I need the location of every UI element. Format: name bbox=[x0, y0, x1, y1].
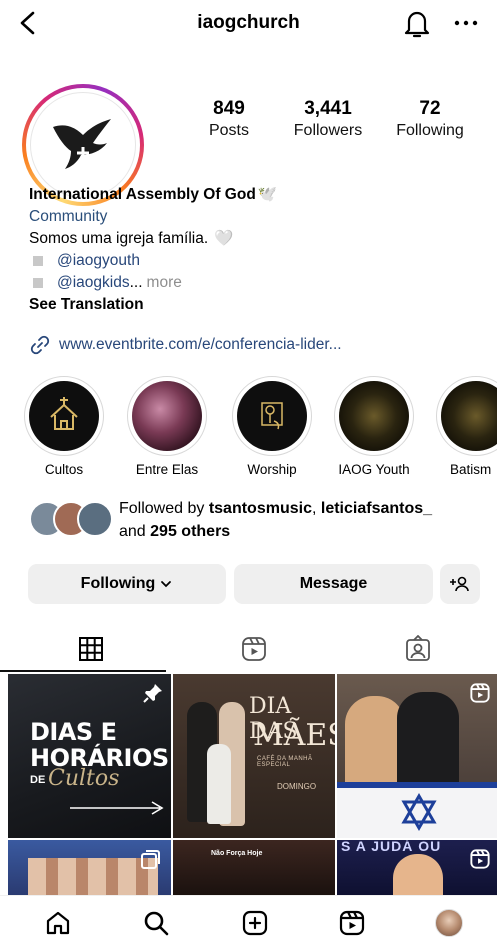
post-person bbox=[393, 854, 443, 896]
dove-emoji: 🕊️ bbox=[257, 186, 278, 203]
following-button[interactable]: Following bbox=[28, 564, 226, 604]
pin-icon bbox=[143, 684, 162, 703]
post-script-text: Cultos bbox=[48, 766, 120, 791]
star-of-david-icon bbox=[401, 792, 437, 832]
carousel-icon bbox=[141, 850, 160, 869]
ellipsis-text: ... bbox=[129, 274, 143, 291]
posts-count: 849 bbox=[213, 98, 245, 119]
follower-avatar bbox=[77, 501, 113, 537]
highlight-cultos[interactable]: Cultos bbox=[21, 376, 107, 477]
bio-text: Somos uma igreja família. bbox=[29, 230, 209, 247]
post-people bbox=[28, 858, 158, 896]
message-button-label: Message bbox=[299, 575, 368, 592]
chevron-down-icon bbox=[161, 581, 172, 588]
highlight-entre-elas[interactable]: Entre Elas bbox=[124, 376, 210, 477]
post-text: DE bbox=[30, 774, 46, 786]
bullet-square-icon bbox=[33, 256, 43, 266]
bottom-navigation bbox=[0, 895, 497, 949]
add-user-icon bbox=[450, 576, 469, 592]
see-translation-link[interactable]: See Translation bbox=[29, 294, 479, 316]
external-link[interactable]: www.eventbrite.com/e/conferencia-lider..… bbox=[29, 334, 342, 356]
active-tab-indicator bbox=[0, 670, 166, 672]
top-bar: iaogchurch bbox=[0, 0, 497, 50]
plus-square-icon bbox=[242, 910, 268, 936]
post-text: DIAS E bbox=[30, 718, 117, 746]
highlight-worship[interactable]: Worship bbox=[229, 376, 315, 477]
reels-icon bbox=[242, 637, 266, 661]
mention-iaogyouth[interactable]: @iaogyouth bbox=[57, 250, 140, 272]
stat-followers[interactable]: 3,441 Followers bbox=[282, 98, 374, 141]
stat-following[interactable]: 72 Following bbox=[384, 98, 476, 141]
post-thumbnail[interactable]: DIAS E HORÁRIOS DE Cultos bbox=[8, 674, 171, 838]
message-button[interactable]: Message bbox=[234, 564, 433, 604]
nav-create[interactable] bbox=[238, 906, 272, 940]
tab-tagged[interactable] bbox=[401, 632, 435, 666]
post-thumbnail[interactable] bbox=[8, 840, 171, 896]
reels-icon bbox=[470, 849, 490, 869]
church-icon bbox=[50, 397, 78, 430]
post-thumbnail[interactable]: DIA DAS MÃES CAFÉ DA MANHÃ ESPECIAL DOMI… bbox=[173, 674, 335, 838]
highlight-label: Worship bbox=[247, 462, 297, 477]
stat-posts[interactable]: 849 Posts bbox=[183, 98, 275, 141]
following-button-label: Following bbox=[80, 575, 156, 592]
link-url: www.eventbrite.com/e/conferencia-lider..… bbox=[59, 336, 342, 353]
nav-home[interactable] bbox=[41, 906, 75, 940]
reels-icon bbox=[339, 910, 365, 936]
profile-bio: International Assembly Of God 🕊️ Communit… bbox=[29, 184, 479, 316]
bell-icon[interactable] bbox=[402, 6, 432, 40]
add-user-button[interactable] bbox=[440, 564, 480, 604]
post-top-text: S A JUDÁ OU bbox=[341, 840, 442, 854]
home-icon bbox=[46, 911, 70, 935]
profile-category[interactable]: Community bbox=[29, 206, 479, 228]
post-day: DOMINGO bbox=[277, 782, 317, 791]
post-thumbnail[interactable]: S A JUDÁ OU bbox=[337, 840, 497, 896]
highlight-batism[interactable]: Batism bbox=[436, 376, 497, 477]
highlight-label: Cultos bbox=[44, 462, 84, 477]
post-thumbnail[interactable] bbox=[337, 674, 497, 838]
nav-profile[interactable] bbox=[432, 906, 466, 940]
highlight-iaog-youth[interactable]: IAOG Youth bbox=[331, 376, 417, 477]
tagged-person-icon bbox=[406, 635, 430, 661]
highlight-label: Entre Elas bbox=[135, 462, 199, 477]
back-arrow-icon[interactable] bbox=[14, 8, 44, 38]
mutual-followers[interactable]: Followed by tsantosmusic, leticiafsantos… bbox=[29, 497, 489, 545]
profile-avatar-icon bbox=[435, 909, 463, 937]
post-title: MÃES bbox=[253, 718, 335, 753]
followers-label: Followers bbox=[293, 122, 363, 139]
following-count: 72 bbox=[419, 98, 441, 119]
mutual-others-count: 295 others bbox=[150, 523, 231, 540]
dove-cross-logo-icon bbox=[30, 92, 136, 198]
display-name: International Assembly Of God bbox=[29, 186, 256, 203]
highlight-label: IAOG Youth bbox=[338, 462, 410, 477]
mutual-user-1: tsantosmusic bbox=[208, 500, 312, 517]
bullet-square-icon bbox=[33, 278, 43, 288]
tab-reels[interactable] bbox=[237, 632, 271, 666]
search-icon bbox=[144, 911, 169, 936]
mention-iaogkids[interactable]: @iaogkids bbox=[57, 272, 130, 294]
following-label: Following bbox=[396, 122, 464, 139]
nav-reels[interactable] bbox=[335, 906, 369, 940]
reels-icon bbox=[470, 683, 490, 703]
more-options-icon[interactable] bbox=[449, 10, 483, 36]
highlight-label: Batism bbox=[450, 462, 492, 477]
link-icon bbox=[30, 335, 50, 355]
followers-count: 3,441 bbox=[304, 98, 352, 119]
microphone-icon bbox=[261, 402, 283, 430]
post-caption: Não Força Hoje bbox=[211, 850, 263, 857]
posts-label: Posts bbox=[208, 122, 249, 139]
heart-emoji: 🤍 bbox=[214, 230, 234, 247]
more-link[interactable]: more bbox=[147, 272, 182, 294]
mutual-user-2: leticiafsantos_ bbox=[320, 500, 433, 517]
post-subtitle: CAFÉ DA MANHÃ ESPECIAL bbox=[257, 756, 313, 768]
grid-icon bbox=[79, 637, 103, 661]
post-thumbnail[interactable]: Não Força Hoje bbox=[173, 840, 335, 896]
post-person bbox=[207, 744, 231, 824]
mutual-followers-text: Followed by tsantosmusic, leticiafsantos… bbox=[119, 500, 433, 540]
arrow-right-icon bbox=[70, 801, 164, 815]
nav-search[interactable] bbox=[139, 906, 173, 940]
tab-grid[interactable] bbox=[74, 632, 108, 666]
